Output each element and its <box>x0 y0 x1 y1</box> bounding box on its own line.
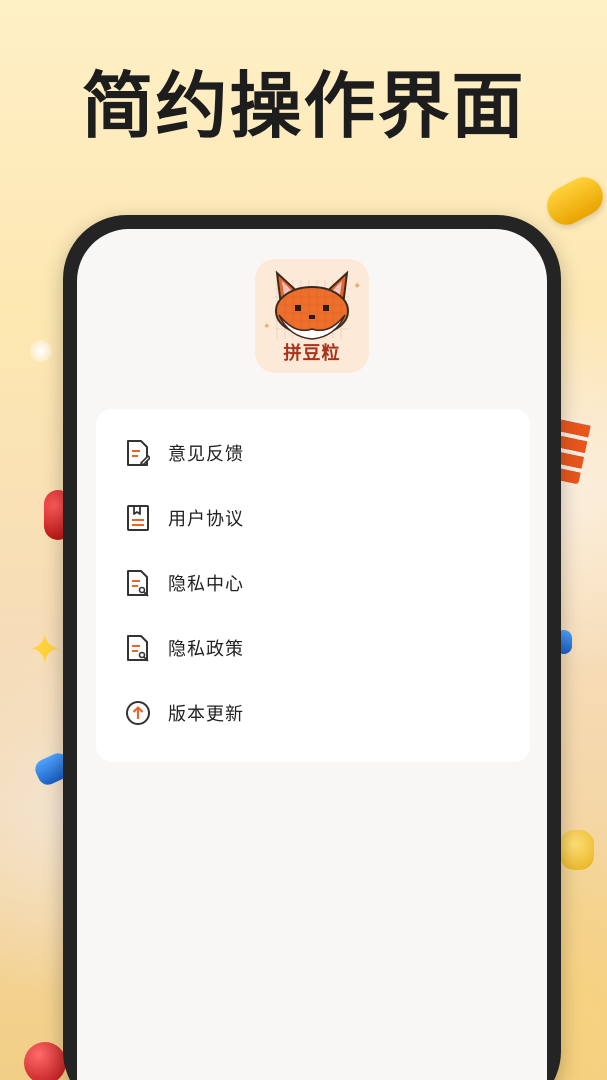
svg-text:✦: ✦ <box>353 281 361 292</box>
svg-text:✦: ✦ <box>263 322 271 332</box>
arrow-up-circle-icon <box>124 699 152 727</box>
red-bead-decoration-bottom <box>24 1042 66 1080</box>
key-document-icon <box>124 569 152 597</box>
menu-item-label: 隐私政策 <box>168 639 244 660</box>
menu-item-privacy-policy[interactable]: 隐私政策 <box>96 618 530 678</box>
glow-decoration <box>30 340 52 362</box>
sparkle-icon: ✦ <box>28 627 62 673</box>
menu-item-label: 版本更新 <box>168 704 244 725</box>
menu-item-privacy-center[interactable]: 隐私中心 <box>96 553 530 613</box>
bookmark-document-icon <box>124 504 152 532</box>
yellow-bead-decoration-right <box>560 830 594 870</box>
promo-headline: 简约操作界面 <box>81 64 526 148</box>
menu-item-label: 用户协议 <box>168 509 244 530</box>
fox-app-icon: ✦ ✦ 拼豆粒 <box>255 259 369 373</box>
menu-item-user-agreement[interactable]: 用户协议 <box>96 488 530 548</box>
key-document-icon <box>124 634 152 662</box>
menu-item-label: 隐私中心 <box>168 574 244 595</box>
yellow-bead-decoration <box>540 170 607 232</box>
phone-screen: ✦ ✦ 拼豆粒 意见反馈 用户协议 隐私中心 隐私政策 版本更新 <box>77 229 547 1080</box>
menu-item-version-update[interactable]: 版本更新 <box>96 683 530 743</box>
phone-frame: ✦ ✦ 拼豆粒 意见反馈 用户协议 隐私中心 隐私政策 版本更新 <box>63 215 561 1080</box>
settings-menu-card: 意见反馈 用户协议 隐私中心 隐私政策 版本更新 <box>96 409 530 762</box>
promo-page: 简约操作界面 ✦ ✦ ✦ 拼豆粒 意见反馈 用户协议 隐私中心 隐私政策 版本更… <box>0 0 607 1080</box>
feedback-icon <box>124 439 152 467</box>
menu-item-label: 意见反馈 <box>168 444 244 465</box>
menu-item-feedback[interactable]: 意见反馈 <box>96 423 530 483</box>
app-name-on-icon: 拼豆粒 <box>283 343 341 364</box>
